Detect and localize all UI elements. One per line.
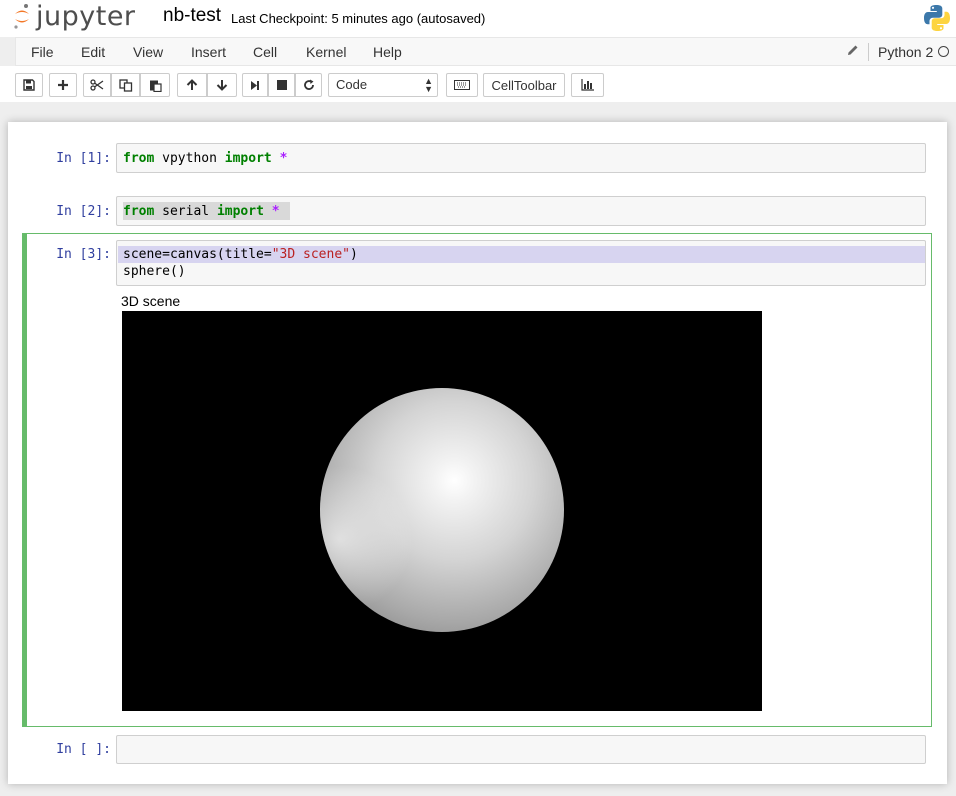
- code-line: scene=canvas(title="3D scene"): [123, 247, 358, 262]
- code-input[interactable]: from serial import *: [116, 196, 926, 226]
- cell-type-value: Code: [336, 77, 368, 92]
- cut-button[interactable]: [83, 73, 111, 97]
- code-line: sphere(): [123, 264, 186, 279]
- notebook-name[interactable]: nb-test: [163, 5, 221, 27]
- edit-pencil-icon[interactable]: [847, 44, 859, 56]
- restart-icon: [303, 79, 314, 90]
- menu-cell[interactable]: Cell: [253, 44, 277, 60]
- notebook-container: In [1]: from vpython import * In [2]: fr…: [8, 122, 947, 784]
- menu-edit[interactable]: Edit: [81, 44, 105, 60]
- save-button[interactable]: [15, 73, 43, 97]
- code-token: serial: [154, 204, 217, 219]
- save-icon: [23, 79, 35, 91]
- input-prompt: In [ ]:: [56, 742, 111, 757]
- menu-help[interactable]: Help: [373, 44, 402, 60]
- menu-kernel[interactable]: Kernel: [306, 44, 346, 60]
- stop-icon: [276, 80, 287, 90]
- input-prompt: In [1]:: [56, 151, 111, 166]
- bar-chart-icon: [580, 79, 594, 91]
- code-input[interactable]: scene=canvas(title="3D scene") sphere(): [116, 240, 926, 286]
- logo-text: jupyter: [36, 0, 136, 32]
- vpython-canvas[interactable]: [122, 311, 762, 711]
- arrow-up-icon: [186, 79, 198, 90]
- kernel-separator: [868, 43, 869, 61]
- input-prompt: In [3]:: [56, 247, 111, 262]
- jupyter-logo-icon: [14, 4, 29, 29]
- celltoolbar-button[interactable]: CellToolbar: [483, 73, 565, 97]
- paste-icon: [149, 80, 162, 92]
- plus-icon: [58, 80, 68, 90]
- code-input[interactable]: from vpython import *: [116, 143, 926, 173]
- move-down-button[interactable]: [207, 73, 237, 97]
- python-logo-icon: [924, 5, 950, 31]
- restart-kernel-button[interactable]: [295, 73, 322, 97]
- presentation-button[interactable]: [571, 73, 604, 97]
- keyboard-icon: [454, 80, 470, 90]
- code-token: "3D scene": [271, 247, 350, 262]
- copy-button[interactable]: [111, 73, 140, 97]
- run-cell-button[interactable]: [242, 73, 268, 97]
- code-token: import: [216, 204, 264, 219]
- sphere-render: [320, 388, 564, 632]
- menu-view[interactable]: View: [133, 44, 163, 60]
- interrupt-kernel-button[interactable]: [268, 73, 295, 97]
- move-up-button[interactable]: [177, 73, 207, 97]
- copy-icon: [118, 78, 132, 92]
- code-token: scene=canvas(title=: [123, 247, 272, 262]
- code-token: from: [123, 204, 155, 219]
- menu-file[interactable]: File: [31, 44, 54, 60]
- code-token: ): [350, 247, 358, 262]
- insert-cell-button[interactable]: [49, 73, 77, 97]
- header: jupyter nb-test Last Checkpoint: 5 minut…: [0, 0, 956, 37]
- toolbar: Code ▲ ▼ CellToolbar: [0, 66, 956, 102]
- code-input[interactable]: [116, 735, 926, 764]
- code-token: *: [271, 204, 280, 219]
- scissors-icon: [90, 79, 104, 91]
- code-token: vpython: [154, 151, 225, 166]
- code-line: from vpython import *: [123, 151, 287, 166]
- kernel-name: Python 2: [878, 44, 934, 60]
- jupyter-logo[interactable]: jupyter: [12, 0, 136, 32]
- paste-button[interactable]: [140, 73, 170, 97]
- menu-insert[interactable]: Insert: [191, 44, 226, 60]
- kernel-idle-indicator-icon: [938, 46, 949, 57]
- select-arrows-icon: ▲ ▼: [424, 76, 433, 94]
- arrow-down-icon: [216, 80, 228, 91]
- menubar: File Edit View Insert Cell Kernel Help P…: [15, 37, 956, 66]
- command-palette-button[interactable]: [446, 73, 478, 97]
- code-token: *: [279, 151, 288, 166]
- checkpoint-status: Last Checkpoint: 5 minutes ago (autosave…: [231, 11, 486, 26]
- code-line: from serial import *: [123, 204, 280, 219]
- cell-type-select[interactable]: Code ▲ ▼: [328, 73, 438, 97]
- code-token: from: [123, 151, 155, 166]
- step-forward-icon: [251, 80, 259, 90]
- code-token: sphere(): [123, 264, 186, 279]
- scene-title: 3D scene: [121, 293, 181, 309]
- code-token: import: [224, 151, 272, 166]
- input-prompt: In [2]:: [56, 204, 111, 219]
